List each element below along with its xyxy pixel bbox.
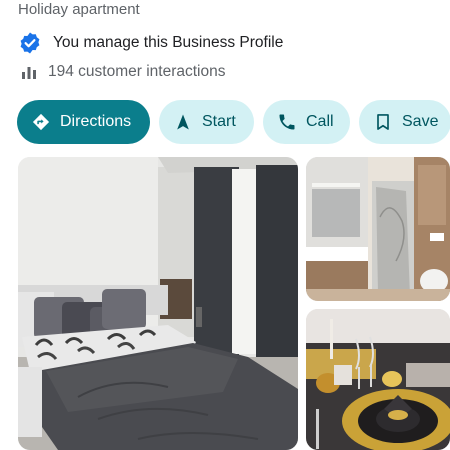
start-label: Start — [202, 113, 236, 130]
business-category: Holiday apartment — [18, 1, 140, 18]
bar-chart-icon — [22, 67, 36, 79]
navigation-arrow-icon — [177, 114, 189, 130]
start-button[interactable]: Start — [159, 100, 254, 144]
directions-icon — [32, 113, 50, 131]
bedroom-image — [18, 157, 298, 450]
directions-button[interactable]: Directions — [17, 100, 150, 144]
table-setting-image — [306, 309, 450, 450]
verified-badge-icon — [20, 32, 40, 54]
bathroom-image — [306, 157, 450, 301]
verified-row: You manage this Business Profile — [18, 30, 283, 56]
save-label: Save — [402, 113, 439, 130]
call-button[interactable]: Call — [263, 100, 350, 144]
directions-label: Directions — [60, 113, 132, 130]
save-button[interactable]: Save — [359, 100, 450, 144]
interactions-row[interactable]: 194 customer interactions — [18, 60, 225, 84]
photo-bathroom[interactable] — [306, 157, 450, 301]
verified-text: You manage this Business Profile — [53, 34, 284, 51]
bookmark-icon — [377, 114, 389, 130]
interactions-text: 194 customer interactions — [48, 63, 226, 80]
call-label: Call — [306, 113, 334, 130]
phone-icon — [279, 114, 295, 130]
action-chips: Directions Start Call Save — [17, 100, 450, 144]
business-profile-panel: Holiday apartment You manage this Busine… — [0, 0, 450, 450]
photo-table-setting[interactable] — [306, 309, 450, 450]
photo-bedroom[interactable] — [18, 157, 298, 450]
